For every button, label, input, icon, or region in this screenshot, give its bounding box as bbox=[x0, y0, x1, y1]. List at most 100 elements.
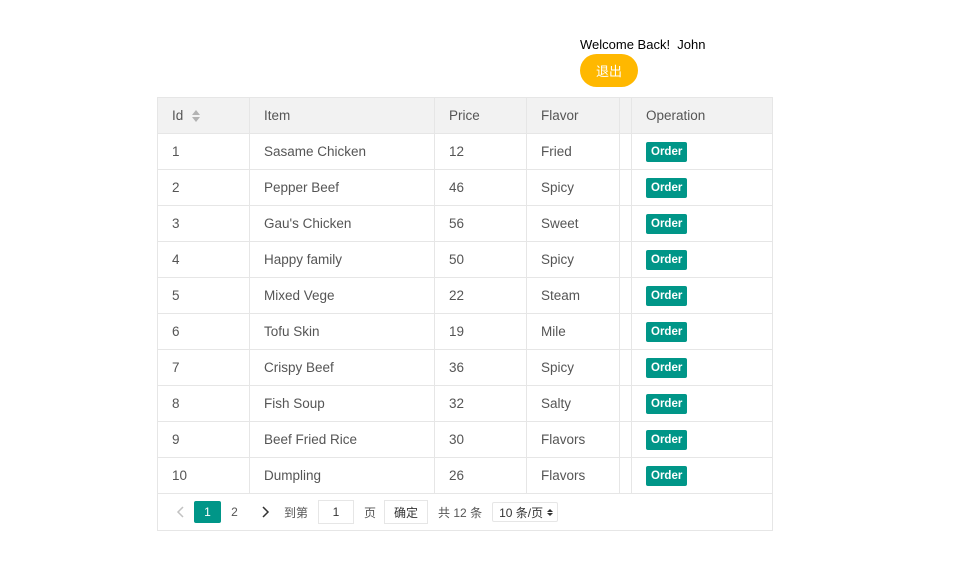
cell-id: 8 bbox=[158, 386, 250, 421]
table-row: 6 Tofu Skin 19 Mile Order bbox=[158, 314, 772, 350]
page-unit-label: 页 bbox=[364, 505, 377, 520]
cell-operation: Order bbox=[632, 242, 772, 277]
order-button[interactable]: Order bbox=[646, 357, 688, 378]
goto-label: 到第 bbox=[284, 505, 309, 520]
cell-id: 3 bbox=[158, 206, 250, 241]
cell-price: 32 bbox=[435, 386, 527, 421]
chevron-right-icon[interactable] bbox=[254, 501, 276, 523]
cell-price: 12 bbox=[435, 134, 527, 169]
cell-spacer bbox=[620, 458, 632, 493]
cell-flavor: Sweet bbox=[527, 206, 620, 241]
cell-spacer bbox=[620, 386, 632, 421]
cell-spacer bbox=[620, 422, 632, 457]
cell-flavor: Steam bbox=[527, 278, 620, 313]
cell-price: 30 bbox=[435, 422, 527, 457]
cell-spacer bbox=[620, 206, 632, 241]
column-header-flavor: Flavor bbox=[527, 98, 620, 133]
page-size-value: 10 条/页 bbox=[499, 505, 544, 520]
table-header-row: Id Item Price Flavor Operation bbox=[158, 98, 772, 134]
cell-id: 6 bbox=[158, 314, 250, 349]
order-button[interactable]: Order bbox=[646, 141, 688, 162]
table-row: 1 Sasame Chicken 12 Fried Order bbox=[158, 134, 772, 170]
cell-spacer bbox=[620, 170, 632, 205]
data-table: Id Item Price Flavor Operation 1 Sasame C… bbox=[157, 97, 773, 531]
table-row: 10 Dumpling 26 Flavors Order bbox=[158, 458, 772, 494]
cell-flavor: Spicy bbox=[527, 170, 620, 205]
confirm-button[interactable]: 确定 bbox=[384, 500, 429, 524]
cell-id: 10 bbox=[158, 458, 250, 493]
cell-spacer bbox=[620, 242, 632, 277]
order-button[interactable]: Order bbox=[646, 429, 688, 450]
select-arrows-icon bbox=[547, 508, 554, 516]
table-row: 2 Pepper Beef 46 Spicy Order bbox=[158, 170, 772, 206]
cell-price: 46 bbox=[435, 170, 527, 205]
cell-id: 9 bbox=[158, 422, 250, 457]
page-button-2[interactable]: 2 bbox=[221, 501, 248, 523]
cell-item: Crispy Beef bbox=[250, 350, 435, 385]
order-button[interactable]: Order bbox=[646, 285, 688, 306]
cell-price: 56 bbox=[435, 206, 527, 241]
cell-price: 36 bbox=[435, 350, 527, 385]
cell-operation: Order bbox=[632, 386, 772, 421]
page: Welcome Back! John 退出 Id Item Price Flav… bbox=[0, 0, 974, 583]
order-button[interactable]: Order bbox=[646, 465, 688, 486]
cell-operation: Order bbox=[632, 278, 772, 313]
welcome-text: Welcome Back! John bbox=[580, 37, 706, 52]
cell-price: 19 bbox=[435, 314, 527, 349]
order-button[interactable]: Order bbox=[646, 393, 688, 414]
cell-operation: Order bbox=[632, 170, 772, 205]
cell-operation: Order bbox=[632, 206, 772, 241]
cell-flavor: Fried bbox=[527, 134, 620, 169]
cell-item: Dumpling bbox=[250, 458, 435, 493]
table-row: 3 Gau's Chicken 56 Sweet Order bbox=[158, 206, 772, 242]
cell-operation: Order bbox=[632, 422, 772, 457]
cell-flavor: Spicy bbox=[527, 350, 620, 385]
pagination: 1 2 到第 页 确定 共 12 条 10 条/页 bbox=[158, 494, 772, 530]
cell-item: Tofu Skin bbox=[250, 314, 435, 349]
cell-operation: Order bbox=[632, 314, 772, 349]
table-row: 7 Crispy Beef 36 Spicy Order bbox=[158, 350, 772, 386]
page-button-1[interactable]: 1 bbox=[194, 501, 221, 523]
sort-icon[interactable] bbox=[192, 109, 201, 122]
cell-operation: Order bbox=[632, 134, 772, 169]
cell-id: 5 bbox=[158, 278, 250, 313]
column-header-item: Item bbox=[250, 98, 435, 133]
cell-price: 22 bbox=[435, 278, 527, 313]
order-button[interactable]: Order bbox=[646, 321, 688, 342]
cell-item: Beef Fried Rice bbox=[250, 422, 435, 457]
cell-item: Fish Soup bbox=[250, 386, 435, 421]
column-header-operation: Operation bbox=[646, 108, 706, 123]
cell-spacer bbox=[620, 314, 632, 349]
cell-id: 4 bbox=[158, 242, 250, 277]
goto-page-input[interactable] bbox=[318, 500, 355, 524]
cell-id: 2 bbox=[158, 170, 250, 205]
cell-flavor: Mile bbox=[527, 314, 620, 349]
cell-operation: Order bbox=[632, 350, 772, 385]
page-size-select[interactable]: 10 条/页 bbox=[492, 502, 559, 522]
column-header-id[interactable]: Id bbox=[158, 98, 250, 133]
order-button[interactable]: Order bbox=[646, 213, 688, 234]
cell-spacer bbox=[620, 350, 632, 385]
cell-flavor: Salty bbox=[527, 386, 620, 421]
column-header-spacer bbox=[620, 98, 632, 133]
cell-price: 50 bbox=[435, 242, 527, 277]
cell-id: 7 bbox=[158, 350, 250, 385]
table-row: 8 Fish Soup 32 Salty Order bbox=[158, 386, 772, 422]
table-row: 9 Beef Fried Rice 30 Flavors Order bbox=[158, 422, 772, 458]
table-row: 4 Happy family 50 Spicy Order bbox=[158, 242, 772, 278]
cell-price: 26 bbox=[435, 458, 527, 493]
total-count-label: 共 12 条 bbox=[438, 505, 483, 520]
logout-button[interactable]: 退出 bbox=[580, 54, 638, 87]
column-header-label: Id bbox=[172, 108, 184, 123]
chevron-left-icon[interactable] bbox=[170, 501, 192, 523]
cell-spacer bbox=[620, 134, 632, 169]
cell-flavor: Flavors bbox=[527, 458, 620, 493]
cell-operation: Order bbox=[632, 458, 772, 493]
cell-item: Gau's Chicken bbox=[250, 206, 435, 241]
order-button[interactable]: Order bbox=[646, 177, 688, 198]
cell-spacer bbox=[620, 278, 632, 313]
cell-flavor: Flavors bbox=[527, 422, 620, 457]
cell-item: Happy family bbox=[250, 242, 435, 277]
order-button[interactable]: Order bbox=[646, 249, 688, 270]
table-row: 5 Mixed Vege 22 Steam Order bbox=[158, 278, 772, 314]
